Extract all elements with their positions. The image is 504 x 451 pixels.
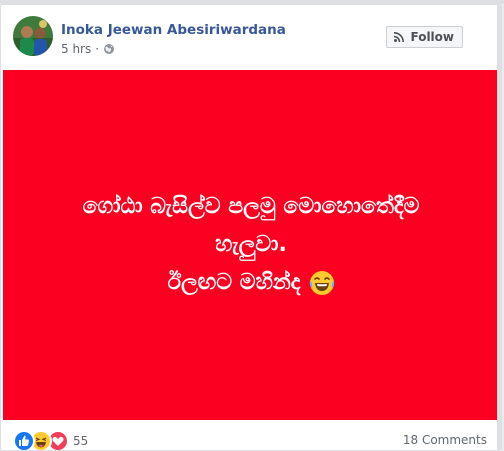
scrollbar-edge: [497, 5, 501, 450]
post-text-line-3: ඊලඟට මහින්ද: [167, 270, 301, 295]
text-post-background: ගෝඨා බැසිල්ව පලමු මොහොතේදීම හැලුවා. ඊලඟට…: [3, 70, 499, 420]
rss-icon: [394, 32, 405, 43]
like-icon: [13, 430, 35, 450]
follow-button[interactable]: Follow: [386, 26, 463, 48]
post-card: Inoka Jeewan Abesiriwardana 5 hrs · Foll…: [0, 4, 502, 451]
meta-separator: ·: [95, 42, 100, 56]
post-header: Inoka Jeewan Abesiriwardana 5 hrs · Foll…: [1, 5, 501, 70]
globe-icon[interactable]: [103, 43, 115, 55]
post-text-line-1: ගෝඨා බැසිල්ව පලමු මොහොතේදීම: [82, 194, 420, 219]
comments-count-link[interactable]: 18 Comments: [403, 433, 487, 447]
reaction-count: 55: [73, 434, 89, 448]
post-time[interactable]: 5 hrs: [61, 42, 91, 56]
reactions-summary[interactable]: 55: [13, 430, 89, 450]
avatar[interactable]: [13, 16, 53, 56]
author-name[interactable]: Inoka Jeewan Abesiriwardana: [61, 22, 286, 38]
post-text-line-2: හැලුවා.: [215, 232, 287, 257]
follow-label: Follow: [410, 30, 454, 44]
tears-of-joy-emoji: [309, 271, 334, 295]
post-text-line-3-row: ඊලඟට මහින්ද: [167, 264, 334, 302]
post-footer: 55 18 Comments: [1, 420, 501, 450]
post-meta: 5 hrs ·: [61, 42, 115, 56]
